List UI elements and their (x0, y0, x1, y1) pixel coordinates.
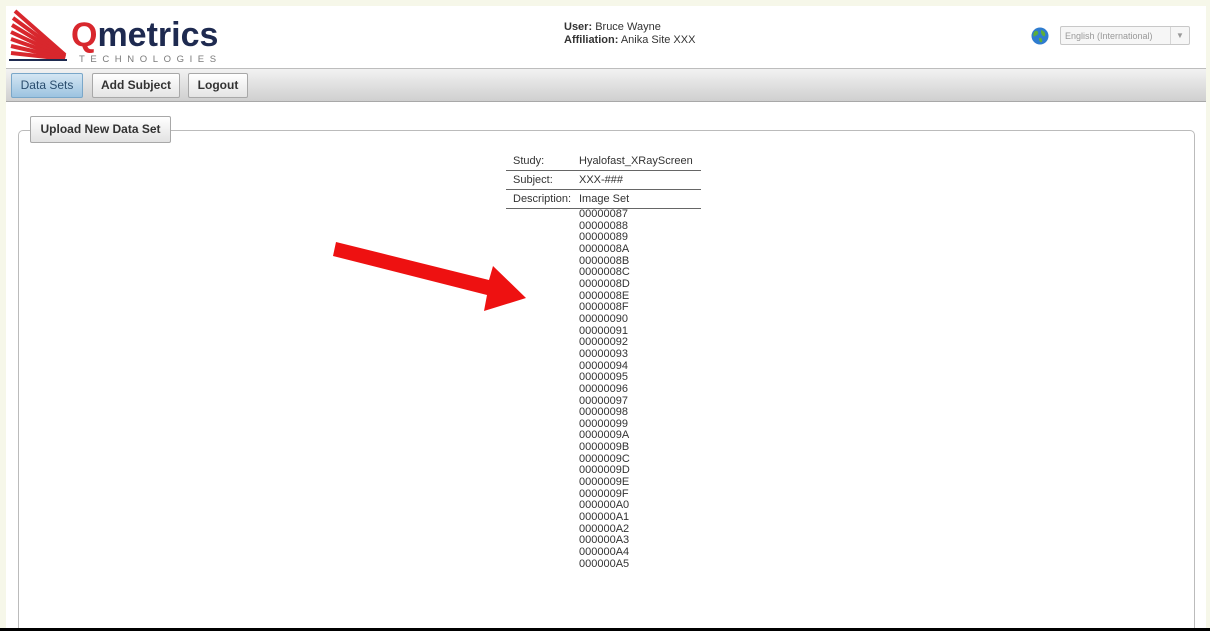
image-list-item[interactable]: 00000096 (579, 383, 630, 396)
tab-data-sets[interactable]: Data Sets (11, 73, 83, 98)
study-value: Hyalofast_XRayScreen (579, 155, 693, 167)
logo-tagline: TECHNOLOGIES (79, 54, 222, 65)
image-list-item[interactable]: 00000087 (579, 208, 630, 221)
image-list-item[interactable]: 00000093 (579, 348, 630, 361)
data-set-info: Study: Hyalofast_XRayScreen Subject: XXX… (506, 152, 701, 209)
subject-label: Subject: (513, 174, 553, 186)
chevron-down-icon: ▼ (1170, 27, 1189, 44)
upload-new-data-set-button[interactable]: Upload New Data Set (30, 116, 171, 143)
tab-add-subject[interactable]: Add Subject (92, 73, 180, 98)
language-select-value: English (International) (1065, 31, 1153, 41)
description-row: Description: Image Set (506, 190, 701, 209)
study-row: Study: Hyalofast_XRayScreen (506, 152, 701, 171)
study-label: Study: (513, 155, 545, 167)
image-list-item[interactable]: 0000008D (579, 278, 630, 291)
image-list-item[interactable]: 000000A4 (579, 546, 630, 559)
app-window: Qmetrics TECHNOLOGIES User: Bruce Wayne … (6, 6, 1206, 628)
description-value: Image Set (579, 193, 630, 205)
nav-bar: Data Sets Add Subject Logout (6, 68, 1206, 102)
red-arrow-annotation (333, 242, 526, 311)
description-label: Description: (513, 193, 572, 205)
language-select[interactable]: English (International) ▼ (1060, 26, 1190, 45)
image-list-item[interactable]: 00000090 (579, 313, 630, 326)
user-line: User: Bruce Wayne (564, 21, 661, 33)
subject-row: Subject: XXX-### (506, 171, 701, 190)
user-info: User: Bruce Wayne Affiliation: Anika Sit… (564, 21, 695, 47)
image-list-item[interactable]: 000000A1 (579, 511, 630, 524)
globe-icon (1031, 27, 1049, 45)
image-list-item[interactable]: 0000009E (579, 476, 630, 489)
affiliation-line: Affiliation: Anika Site XXX (564, 34, 696, 46)
image-list-item[interactable]: 0000008A (579, 243, 630, 256)
tab-logout[interactable]: Logout (188, 73, 248, 98)
subject-value: XXX-### (579, 174, 624, 186)
qmetrics-logo[interactable]: Qmetrics TECHNOLOGIES (9, 9, 219, 69)
logo-stripes-icon (9, 9, 67, 61)
logo-wordmark: Qmetrics (71, 16, 219, 54)
image-list: 00000087 00000088 00000089 0000008A 0000008B… (579, 208, 630, 571)
image-list-item[interactable]: 000000A5 (579, 558, 630, 571)
